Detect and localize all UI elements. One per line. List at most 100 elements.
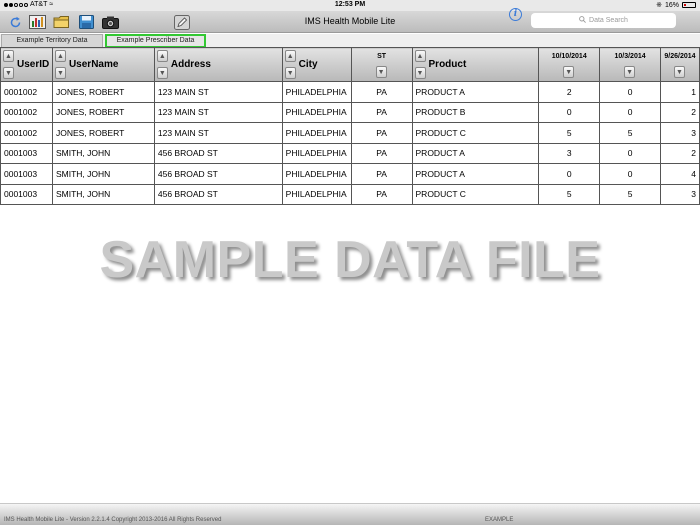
filter-icon[interactable]: ▼ [414,67,426,79]
table-cell[interactable]: 0 [599,101,661,123]
table-cell[interactable]: PHILADELPHIA [281,142,352,164]
column-header[interactable]: ▲ UserName ▼ [51,47,155,82]
mode-label: EXAMPLE [485,517,514,523]
column-header[interactable]: ▲ UserID ▼ [0,47,53,82]
table-cell[interactable]: 0 [599,142,661,164]
table-cell[interactable]: SMITH, JOHN [51,142,155,164]
table-cell[interactable]: SMITH, JOHN [51,163,155,185]
table-cell[interactable]: JONES, ROBERT [51,81,155,103]
table-cell[interactable]: PHILADELPHIA [281,163,352,185]
table-cell[interactable]: 456 BROAD ST [153,163,283,185]
battery-fill [684,4,686,6]
column-title: 9/26/2014 [664,53,696,60]
tab-example-prescriber-data[interactable]: Example Prescriber Data [105,34,206,48]
tab-example-territory-data[interactable]: Example Territory Data [1,34,103,48]
table-cell[interactable]: PRODUCT A [411,163,540,185]
table-cell[interactable]: 2 [659,142,700,164]
sort-icon[interactable]: ▲ [54,50,66,62]
table-row[interactable]: 0001003 SMITH, JOHN 456 BROAD ST PHILADELPH… [0,183,700,205]
search-input[interactable]: Data Search [531,13,676,28]
filter-icon[interactable]: ▼ [624,66,636,78]
table-cell[interactable]: 5 [538,122,601,144]
filter-icon[interactable]: ▼ [673,66,685,78]
table-cell[interactable]: 123 MAIN ST [153,122,283,144]
table-cell[interactable]: 0 [538,163,601,185]
table-cell[interactable]: PHILADELPHIA [281,81,352,103]
column-header[interactable]: 9/26/2014 ▼ [659,47,700,82]
table-cell[interactable]: 2 [659,101,700,123]
column-header[interactable]: 10/10/2014 ▼ [538,47,601,82]
table-cell[interactable]: 1 [659,81,700,103]
table-cell[interactable]: PA [350,163,413,185]
table-cell[interactable]: 0001002 [0,81,53,103]
table-cell[interactable]: PA [350,183,413,205]
column-header[interactable]: ST ▼ [350,47,413,82]
table-cell[interactable]: 4 [659,163,700,185]
filter-icon[interactable]: ▼ [375,66,387,78]
table-cell[interactable]: 0001003 [0,142,53,164]
table-cell[interactable]: JONES, ROBERT [51,122,155,144]
table-cell[interactable]: 3 [538,142,601,164]
table-cell[interactable]: PRODUCT C [411,183,540,205]
filter-icon[interactable]: ▼ [563,66,575,78]
search-placeholder: Data Search [589,17,628,24]
table-row[interactable]: 0001002 JONES, ROBERT 123 MAIN ST PHILADELP… [0,81,700,103]
table-cell[interactable]: PHILADELPHIA [281,183,352,205]
table-row[interactable]: 0001002 JONES, ROBERT 123 MAIN ST PHILADELP… [0,122,700,144]
column-header[interactable]: 10/3/2014 ▼ [599,47,661,82]
table-cell[interactable]: PRODUCT C [411,122,540,144]
version-text: IMS Health Mobile Lite - Version 2.2.1.4… [4,517,222,523]
column-title: Address [170,59,211,70]
table-cell[interactable]: 456 BROAD ST [153,183,283,205]
battery-icon [682,2,696,8]
table-cell[interactable]: PRODUCT A [411,81,540,103]
table-cell[interactable]: 3 [659,122,700,144]
table-row[interactable]: 0001002 JONES, ROBERT 123 MAIN ST PHILADELP… [0,101,700,123]
column-header[interactable]: ▲ City ▼ [281,47,352,82]
table-cell[interactable]: PRODUCT A [411,142,540,164]
filter-icon[interactable]: ▼ [156,67,168,79]
table-cell[interactable]: 2 [538,81,601,103]
table-cell[interactable]: 5 [599,183,661,205]
table-cell[interactable]: 0001002 [0,122,53,144]
table-cell[interactable]: 0 [599,163,661,185]
column-header[interactable]: ▲ Address ▼ [153,47,283,82]
sort-icon[interactable]: ▲ [3,50,14,62]
table-cell[interactable]: 123 MAIN ST [153,101,283,123]
sort-icon[interactable]: ▲ [414,50,426,62]
column-title: 10/10/2014 [551,53,587,60]
bluetooth-icon: ※ [656,2,662,9]
filter-icon[interactable]: ▼ [284,67,296,79]
table-cell[interactable]: SMITH, JOHN [51,183,155,205]
table-cell[interactable]: PHILADELPHIA [281,122,352,144]
table-cell[interactable]: 456 BROAD ST [153,142,283,164]
sort-icon[interactable]: ▲ [156,50,168,62]
status-time: 12:53 PM [334,1,366,8]
table-cell[interactable]: 3 [659,183,700,205]
table-cell[interactable]: PRODUCT B [411,101,540,123]
table-cell[interactable]: PA [350,101,413,123]
table-cell[interactable]: 0001003 [0,163,53,185]
sheet-tabs: Example Territory Data Example Prescribe… [0,34,700,48]
table-cell[interactable]: 0001003 [0,183,53,205]
table-row[interactable]: 0001003 SMITH, JOHN 456 BROAD ST PHILADELPH… [0,142,700,164]
table-cell[interactable]: PHILADELPHIA [281,101,352,123]
battery-percent: 16% [664,1,679,9]
table-cell[interactable]: 0 [538,101,601,123]
table-row[interactable]: 0001003 SMITH, JOHN 456 BROAD ST PHILADELPH… [0,163,700,185]
sort-icon[interactable]: ▲ [284,50,296,62]
column-title: ST [377,53,387,60]
table-cell[interactable]: 5 [599,122,661,144]
filter-icon[interactable]: ▼ [54,67,66,79]
table-cell[interactable]: PA [350,122,413,144]
table-cell[interactable]: PA [350,81,413,103]
table-cell[interactable]: 0 [599,81,661,103]
filter-icon[interactable]: ▼ [3,67,14,79]
column-header[interactable]: ▲ Product ▼ [411,47,540,82]
table-cell[interactable]: PA [350,142,413,164]
table-cell[interactable]: 0001002 [0,101,53,123]
table-cell[interactable]: JONES, ROBERT [51,101,155,123]
info-icon[interactable]: i [509,8,522,21]
table-cell[interactable]: 123 MAIN ST [153,81,283,103]
table-cell[interactable]: 5 [538,183,601,205]
